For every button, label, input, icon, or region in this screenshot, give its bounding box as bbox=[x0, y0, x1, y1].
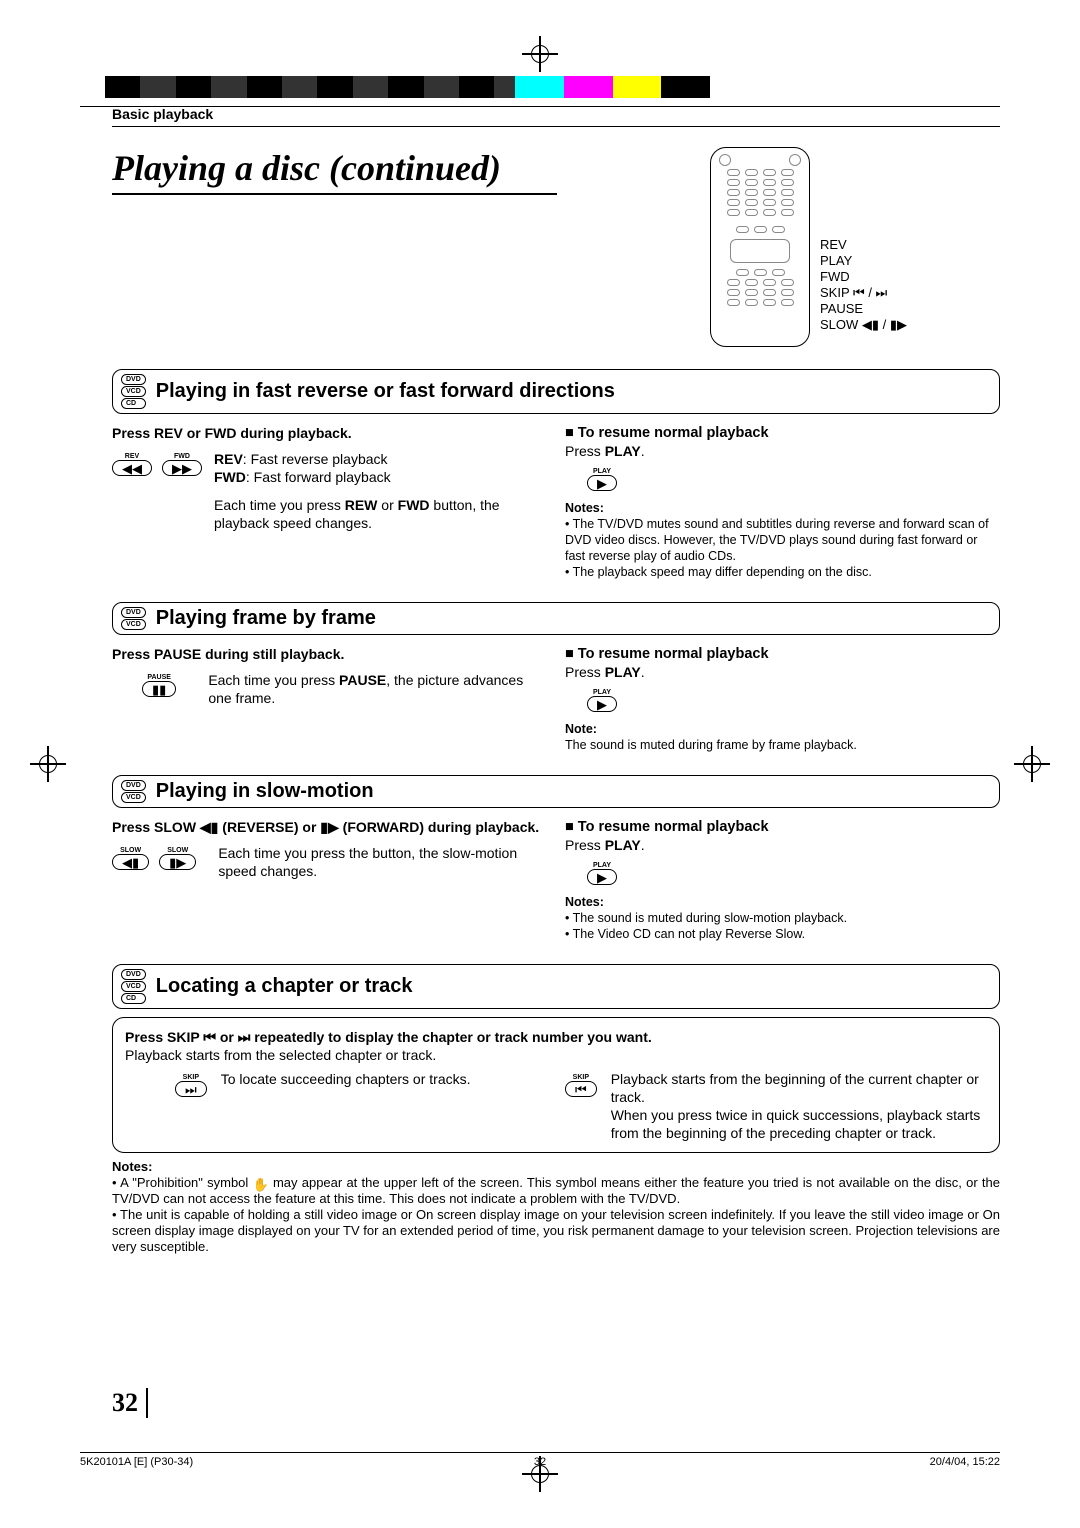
skip-next-button-icon: SKIP⏭ bbox=[175, 1081, 207, 1097]
section-fast-rev-fwd: DVD VCD CD Playing in fast reverse or fa… bbox=[112, 369, 1000, 414]
register-mark-icon bbox=[30, 746, 66, 782]
register-mark-icon bbox=[1014, 746, 1050, 782]
bottom-notes: Notes: • A "Prohibition" symbol ✋ may ap… bbox=[112, 1159, 1000, 1255]
page-number: 32 bbox=[112, 1388, 138, 1418]
fwd-button-icon: FWD▶▶ bbox=[162, 460, 202, 476]
play-button-icon: PLAY▶ bbox=[587, 869, 617, 885]
play-button-icon: PLAY▶ bbox=[587, 475, 617, 491]
step-text: Press REV or FWD during playback. bbox=[112, 424, 547, 442]
remote-illustration bbox=[710, 147, 810, 347]
slow-fwd-button-icon: SLOW▮▶ bbox=[159, 854, 196, 870]
section-locating: DVD VCD CD Locating a chapter or track bbox=[112, 964, 1000, 1009]
rev-button-icon: REV◀◀ bbox=[112, 460, 152, 476]
play-button-icon: PLAY▶ bbox=[587, 696, 617, 712]
section-frame-by-frame: DVD VCD Playing frame by frame bbox=[112, 602, 1000, 635]
slow-rev-button-icon: SLOW◀▮ bbox=[112, 854, 149, 870]
register-mark-icon bbox=[522, 36, 558, 72]
breadcrumb: Basic playback bbox=[112, 106, 1000, 122]
page-title: Playing a disc (continued) bbox=[112, 147, 557, 195]
locating-box: Press SKIP ⏮ or ⏭ repeatedly to display … bbox=[112, 1017, 1000, 1153]
footer: 5K20101A [E] (P30-34) 32 20/4/04, 15:22 bbox=[80, 1452, 1000, 1468]
pause-button-icon: PAUSE▮▮ bbox=[142, 681, 176, 697]
section-slow-motion: DVD VCD Playing in slow-motion bbox=[112, 775, 1000, 808]
remote-labels: REV PLAY FWD SKIP ⏮ / ⏭ PAUSE SLOW ◀▮ / … bbox=[820, 237, 907, 333]
hand-icon: ✋ bbox=[253, 1177, 269, 1193]
skip-prev-button-icon: SKIP⏮ bbox=[565, 1081, 597, 1097]
resume-header: To resume normal playback bbox=[565, 424, 1000, 442]
